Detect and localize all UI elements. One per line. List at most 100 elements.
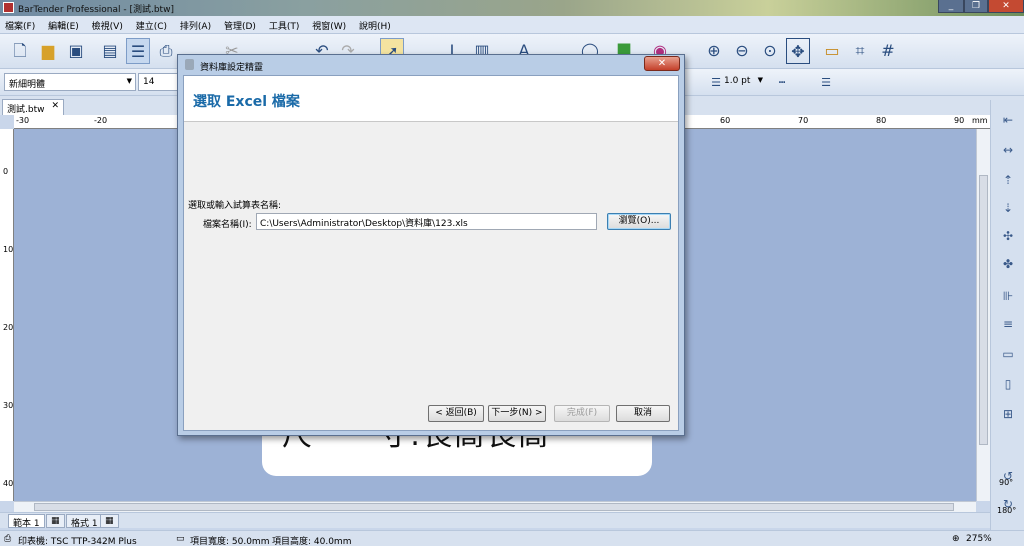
- zoom-out-icon[interactable]: ⊖: [730, 38, 754, 64]
- next-button[interactable]: 下一步(N) >: [488, 405, 546, 422]
- ruler-tick: 60: [720, 116, 731, 125]
- dialog-heading: 選取 Excel 檔案: [193, 94, 300, 110]
- minimize-button[interactable]: _: [938, 0, 964, 13]
- font-name-select[interactable]: 新細明體 ▼: [4, 73, 136, 91]
- close-tab-icon[interactable]: ✕: [51, 101, 59, 111]
- scroll-thumb[interactable]: [979, 175, 988, 445]
- save-icon[interactable]: ▣: [64, 38, 88, 64]
- new-document-icon[interactable]: 🗋: [8, 38, 32, 64]
- menu-file[interactable]: 檔案(F): [0, 16, 40, 32]
- line-width-value: 1.0 pt: [724, 76, 751, 86]
- file-name-input[interactable]: C:\Users\Administrator\Desktop\資料庫\123.x…: [256, 213, 597, 230]
- dialog-title: 資料庫設定精靈: [200, 63, 264, 73]
- same-width-icon[interactable]: ▭: [997, 344, 1019, 364]
- vertical-scrollbar[interactable]: [976, 129, 990, 501]
- ruler-tick: 40: [3, 479, 14, 488]
- ruler-tick: 0: [3, 167, 9, 176]
- align-center-icon[interactable]: ↔: [997, 140, 1019, 160]
- same-height-icon[interactable]: ▯: [997, 374, 1019, 394]
- horizontal-scrollbar[interactable]: [14, 501, 976, 512]
- menu-create[interactable]: 建立(C): [131, 16, 172, 32]
- dialog-titlebar[interactable]: 資料庫設定精靈 ✕: [178, 55, 684, 75]
- add-layout-icon[interactable]: ▦: [100, 514, 119, 528]
- window-titlebar: BarTender Professional - [測試.btw] _ ❐ ✕: [0, 0, 1024, 16]
- sheet-tabs: 範本 1 ▦ 格式 1 ▦: [0, 512, 990, 529]
- document-tab[interactable]: 測試.btw ✕: [2, 99, 64, 115]
- restore-button[interactable]: ❐: [964, 0, 988, 13]
- sheet-prompt: 選取或輸入試算表名稱:: [188, 201, 282, 211]
- zoom-icon: ⊕: [952, 534, 960, 544]
- back-button[interactable]: < 返回(B): [428, 405, 484, 422]
- align-top-icon[interactable]: ⇡: [997, 170, 1019, 190]
- zoom-level[interactable]: 275%: [966, 534, 992, 544]
- database-icon: [185, 59, 194, 70]
- menu-view[interactable]: 檢視(V): [87, 16, 128, 32]
- align-left-icon[interactable]: ⇤: [997, 110, 1019, 130]
- ruler-tick: 70: [798, 116, 809, 125]
- snap-icon[interactable]: ⌗: [848, 38, 872, 64]
- ruler-unit: mm: [972, 116, 988, 125]
- open-folder-icon[interactable]: ▆: [36, 38, 60, 64]
- document-tab-label: 測試.btw: [7, 105, 45, 115]
- status-bar: ⎙ 印表機: TSC TTP-342M Plus ▭ 項目寬度: 50.0mm …: [0, 530, 1024, 546]
- dialog-header: 選取 Excel 檔案: [184, 76, 678, 122]
- menu-administer[interactable]: 管理(D): [219, 16, 261, 32]
- space-vertical-icon[interactable]: ≡: [997, 314, 1019, 334]
- browse-button[interactable]: 瀏覽(O)...: [607, 213, 671, 230]
- page-setup-icon[interactable]: ▤: [98, 38, 122, 64]
- size-icon: ▭: [176, 534, 185, 544]
- menu-tools[interactable]: 工具(T): [264, 16, 305, 32]
- ruler-tick: 30: [3, 401, 14, 410]
- ruler-icon[interactable]: ▭: [820, 38, 844, 64]
- line-dash-icon[interactable]: ┅: [770, 70, 794, 96]
- font-name-value: 新細明體: [9, 80, 46, 90]
- distribute-icon[interactable]: ✤: [997, 254, 1019, 274]
- scroll-thumb[interactable]: [34, 503, 954, 511]
- line-cap-icon[interactable]: ☰: [814, 70, 838, 96]
- close-window-button[interactable]: ✕: [988, 0, 1024, 13]
- item-height-status: 項目高度: 40.0mm: [272, 537, 352, 546]
- vertical-ruler: 0 10 20 30 40: [0, 129, 14, 501]
- rotate-180-label: 180°: [997, 506, 1017, 515]
- database-icon[interactable]: ☰: [126, 38, 150, 64]
- item-width-status: 項目寬度: 50.0mm: [190, 537, 270, 546]
- app-icon: [3, 2, 14, 13]
- layout-tab-label: 格式 1: [71, 519, 98, 529]
- finish-button[interactable]: 完成(F): [554, 405, 610, 422]
- menu-edit[interactable]: 編輯(E): [43, 16, 84, 32]
- window-title: BarTender Professional - [測試.btw]: [18, 5, 174, 15]
- align-bottom-icon[interactable]: ⇣: [997, 198, 1019, 218]
- template-tab[interactable]: 範本 1: [8, 514, 45, 529]
- file-name-label: 檔案名稱(I):: [203, 220, 252, 230]
- line-width-select[interactable]: 1.0 pt ▼: [720, 73, 766, 91]
- printer-status[interactable]: 印表機: TSC TTP-342M Plus: [18, 534, 137, 546]
- ruler-tick: 20: [3, 323, 14, 332]
- align-middle-icon[interactable]: ✣: [997, 226, 1019, 246]
- add-template-icon[interactable]: ▦: [46, 514, 65, 528]
- font-size-value: 14: [143, 77, 155, 87]
- ruler-tick: -30: [16, 116, 30, 125]
- ruler-tick: 90: [954, 116, 965, 125]
- grid-icon[interactable]: #: [876, 38, 900, 64]
- dialog-body: 選取 Excel 檔案 選取或輸入試算表名稱: 檔案名稱(I): C:\User…: [183, 75, 679, 431]
- dialog-close-button[interactable]: ✕: [644, 56, 680, 71]
- space-horizontal-icon[interactable]: ⊪: [997, 286, 1019, 306]
- zoom-fit-icon[interactable]: ⊙: [758, 38, 782, 64]
- ruler-tick: 80: [876, 116, 887, 125]
- rotate-90-label: 90°: [999, 478, 1014, 487]
- menu-window[interactable]: 視窗(W): [307, 16, 351, 32]
- menu-help[interactable]: 說明(H): [354, 16, 396, 32]
- fit-page-icon[interactable]: ✥: [786, 38, 810, 64]
- print-icon[interactable]: ⎙: [154, 38, 178, 64]
- printer-icon: ⎙: [4, 534, 12, 544]
- center-page-icon[interactable]: ⊞: [997, 404, 1019, 424]
- menu-bar: 檔案(F) 編輯(E) 檢視(V) 建立(C) 排列(A) 管理(D) 工具(T…: [0, 16, 1024, 34]
- alignment-toolbar: ⇤ ↔ ⇡ ⇣ ✣ ✤ ⊪ ≡ ▭ ▯ ⊞ ↺ 90° ↻ 180°: [990, 100, 1024, 530]
- template-tab-label: 範本 1: [13, 519, 40, 529]
- layout-tab[interactable]: 格式 1: [66, 514, 103, 529]
- cancel-button[interactable]: 取消: [616, 405, 670, 422]
- menu-arrange[interactable]: 排列(A): [175, 16, 216, 32]
- chevron-down-icon: ▼: [757, 76, 763, 84]
- zoom-in-icon[interactable]: ⊕: [702, 38, 726, 64]
- database-wizard-dialog: 資料庫設定精靈 ✕ 選取 Excel 檔案 選取或輸入試算表名稱: 檔案名稱(I…: [177, 54, 685, 436]
